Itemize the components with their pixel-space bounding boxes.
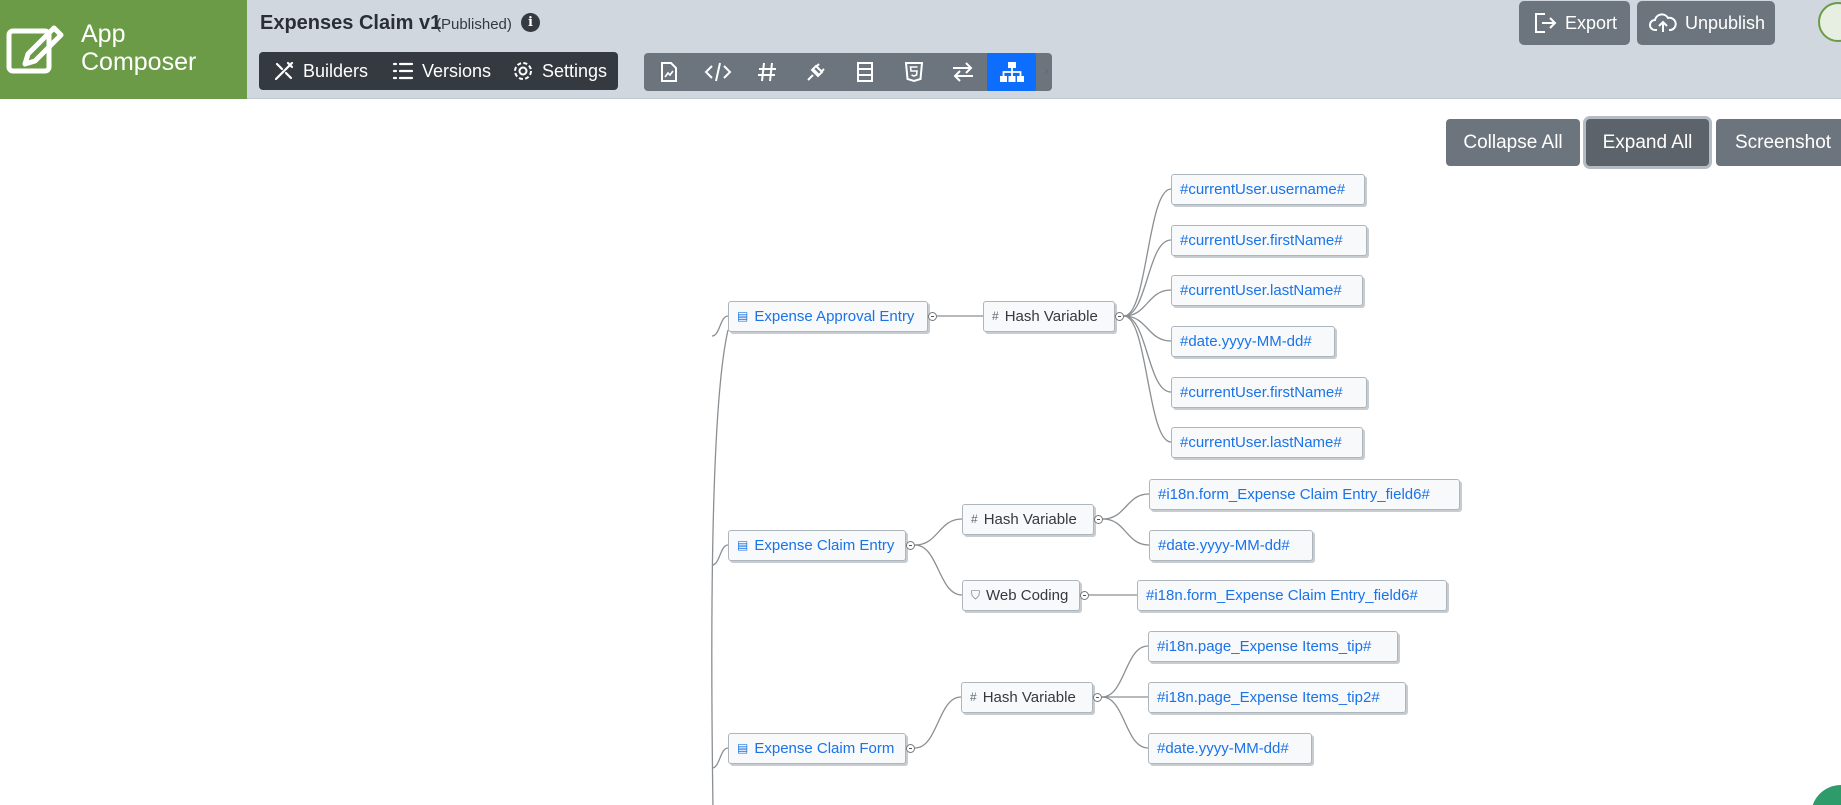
hash-variable-node-label: #currentUser.firstName# — [1180, 383, 1343, 401]
hash-icon: # — [992, 309, 999, 323]
connector-line — [914, 696, 962, 749]
page-node[interactable]: ▤ Expense Claim Entry — [728, 529, 906, 561]
hash-variable-node[interactable]: #currentUser.firstName# — [1171, 376, 1367, 408]
hash-variable-node-label: #date.yyyy-MM-dd# — [1180, 332, 1312, 350]
html5-icon: ⛉ — [971, 587, 981, 602]
connector-line — [1123, 188, 1172, 317]
hash-variable-node-label: #i18n.page_Expense Items_tip# — [1157, 637, 1372, 655]
group-node-label: Hash Variable — [1004, 307, 1098, 325]
tree-connectors — [711, 188, 1172, 805]
connector-line — [711, 544, 729, 566]
hash-variable-node[interactable]: #i18n.form_Expense Claim Entry_field6# — [1149, 478, 1460, 510]
connector-line — [1101, 645, 1149, 698]
hash-variable-node[interactable]: #date.yyyy-MM-dd# — [1148, 732, 1312, 764]
hash-variable-node-label: #date.yyyy-MM-dd# — [1157, 739, 1289, 757]
group-node[interactable]: # Hash Variable — [983, 300, 1115, 332]
hash-variable-node[interactable]: #i18n.page_Expense Items_tip# — [1148, 630, 1398, 662]
hash-variable-node-label: #currentUser.username# — [1180, 180, 1346, 198]
connector-line — [914, 518, 963, 546]
group-node[interactable]: ⛉ Web Coding — [962, 579, 1080, 611]
hash-variable-node[interactable]: #i18n.page_Expense Items_tip2# — [1148, 681, 1406, 713]
hash-variable-node[interactable]: #currentUser.firstName# — [1171, 224, 1367, 256]
app-root: App Composer Expenses Claim v1 (Publishe… — [0, 0, 1841, 805]
collapse-toggle[interactable] — [1094, 515, 1103, 524]
page-node[interactable]: ▤ Expense Approval Entry — [728, 300, 928, 332]
page-node-label: Expense Claim Entry — [754, 536, 895, 554]
collapse-toggle[interactable] — [1080, 591, 1089, 600]
connector-line — [1123, 315, 1172, 443]
hash-variable-node-label: #currentUser.firstName# — [1180, 231, 1343, 249]
page-node-label: Expense Claim Form — [754, 739, 895, 757]
connector-line — [1102, 493, 1150, 520]
hash-variable-node-label: #i18n.form_Expense Claim Entry_field6# — [1158, 485, 1430, 503]
connector-line — [1101, 696, 1149, 749]
collapse-toggle[interactable] — [906, 541, 915, 550]
hash-variable-node[interactable]: #i18n.form_Expense Claim Entry_field6# — [1137, 579, 1447, 611]
hash-variable-node-label: #currentUser.lastName# — [1180, 281, 1342, 299]
collapse-toggle[interactable] — [1115, 312, 1124, 321]
connector-line — [711, 329, 729, 805]
hash-variable-node-label: #currentUser.lastName# — [1180, 433, 1342, 451]
collapse-toggle[interactable] — [906, 744, 915, 753]
hash-icon: # — [971, 512, 978, 526]
group-node-label: Hash Variable — [983, 510, 1077, 528]
page-node-label: Expense Approval Entry — [754, 307, 915, 325]
connector-line — [914, 544, 963, 596]
page-icon: ▤ — [737, 538, 749, 552]
hash-variable-node[interactable]: #date.yyyy-MM-dd# — [1171, 325, 1335, 357]
hash-variable-node-label: #date.yyyy-MM-dd# — [1158, 536, 1290, 554]
hash-variable-node-label: #i18n.page_Expense Items_tip2# — [1157, 688, 1380, 706]
collapse-toggle[interactable] — [928, 312, 937, 321]
connector-line — [711, 315, 729, 337]
connector-line — [1102, 518, 1150, 546]
group-node-label: Hash Variable — [982, 688, 1076, 706]
page-icon: ▤ — [737, 309, 749, 323]
hash-icon: # — [970, 690, 977, 704]
page-node[interactable]: ▤ Expense Claim Form — [728, 732, 906, 764]
hash-variable-node[interactable]: #currentUser.lastName# — [1171, 426, 1363, 458]
page-icon: ▤ — [737, 741, 749, 755]
hash-variable-node[interactable]: #currentUser.lastName# — [1171, 274, 1363, 306]
group-node[interactable]: # Hash Variable — [961, 681, 1093, 713]
hash-variable-node[interactable]: #date.yyyy-MM-dd# — [1149, 529, 1313, 561]
group-node[interactable]: # Hash Variable — [962, 503, 1094, 535]
connector-line — [711, 747, 729, 769]
group-node-label: Web Coding — [986, 586, 1069, 604]
hash-variable-node-label: #i18n.form_Expense Claim Entry_field6# — [1146, 586, 1418, 604]
collapse-toggle[interactable] — [1093, 693, 1102, 702]
hash-variable-node[interactable]: #currentUser.username# — [1171, 173, 1365, 205]
